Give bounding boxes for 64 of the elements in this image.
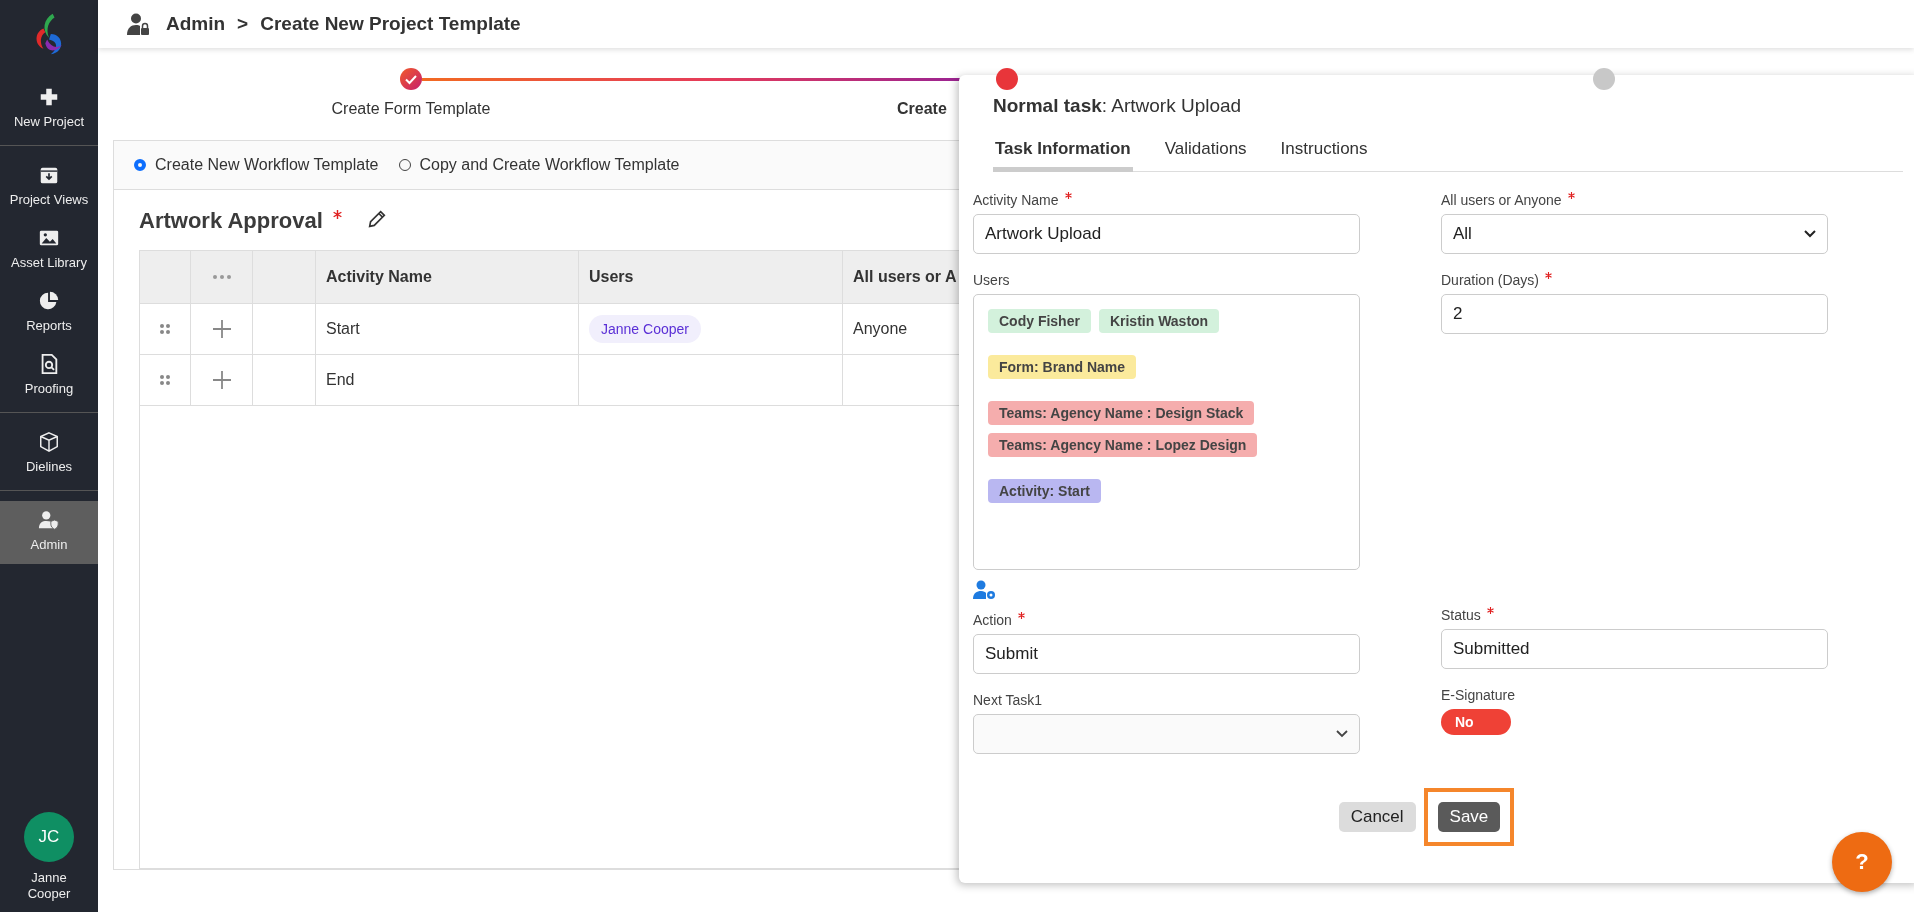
column-header: Users	[579, 251, 843, 303]
sidebar-item[interactable]: New Project	[0, 78, 98, 141]
sidebar-item[interactable]: Project Views	[0, 156, 98, 219]
user-avatar[interactable]: JC	[24, 811, 74, 862]
column-header: All users or A	[852, 267, 958, 287]
field-label: All users or Anyone	[1441, 192, 1562, 208]
step-label: Create Form Template	[331, 100, 491, 118]
breadcrumb-separator: >	[237, 13, 249, 35]
field-label: Status	[1441, 607, 1481, 623]
tab[interactable]: Validations	[1162, 137, 1249, 172]
chevron-down-icon	[1804, 230, 1816, 238]
radio-option[interactable]: Create New Workflow Template	[134, 156, 379, 174]
user-tag: Teams: Agency Name : Lopez Design	[988, 433, 1258, 457]
plus-icon	[38, 86, 60, 108]
panel-title: Normal task: Artwork Upload	[992, 95, 1243, 117]
tab[interactable]: Instructions	[1278, 137, 1370, 172]
sidebar-item[interactable]: Dielines	[0, 423, 98, 486]
pie-chart-icon	[38, 290, 60, 312]
users-field[interactable]: Cody Fisher Kristin Waston Form: Brand Name Teams: Agency Name : Design Stack Teams: Agency Name : Lopez Design Activity: Start	[973, 294, 1360, 570]
table-cell: Start	[326, 320, 360, 338]
breadcrumb-item[interactable]: Admin	[166, 13, 226, 35]
user-tag: Activity: Start	[988, 479, 1102, 503]
user-shield-icon	[38, 509, 60, 531]
field-label: E-Signature	[1441, 687, 1515, 703]
sidebar-item[interactable]: Asset Library	[0, 219, 98, 282]
save-button[interactable]: Save	[1437, 802, 1501, 832]
workflow-title: Artwork Approval	[139, 208, 323, 234]
status-field[interactable]: Submitted	[1441, 629, 1828, 669]
tab[interactable]: Task Information	[993, 137, 1133, 172]
field-label: Duration (Days)	[1441, 272, 1540, 288]
activity-name-field[interactable]: Artwork Upload	[973, 214, 1360, 254]
action-field[interactable]: Submit	[973, 634, 1360, 674]
more-icon[interactable]	[211, 274, 232, 280]
drag-handle-icon[interactable]	[159, 374, 171, 386]
step-label: Create	[897, 100, 947, 118]
e-signature-toggle[interactable]: No	[1441, 709, 1511, 735]
table-cell: End	[326, 371, 355, 389]
box-icon	[38, 431, 60, 453]
user-tag: Teams: Agency Name : Design Stack	[988, 401, 1255, 425]
field-label: Action	[973, 612, 1012, 628]
user-tag: Form: Brand Name	[988, 355, 1137, 379]
user-tag: Cody Fisher	[988, 309, 1091, 333]
drag-handle-icon[interactable]	[159, 323, 171, 335]
user-settings-icon[interactable]	[973, 580, 997, 600]
column-header: Activity Name	[316, 251, 579, 303]
duration-field[interactable]: 2	[1441, 294, 1828, 334]
sidebar-item[interactable]: Admin	[0, 501, 98, 564]
table-cell: Anyone	[853, 320, 908, 338]
sidebar-item[interactable]: Proofing	[0, 345, 98, 408]
field-label: Next Task1	[973, 692, 1042, 708]
field-label: Users	[973, 272, 1010, 288]
cancel-button[interactable]: Cancel	[1338, 802, 1416, 832]
user-tag: Kristin Waston	[1098, 309, 1220, 333]
user-name: Janne Cooper	[26, 869, 72, 902]
add-icon[interactable]	[211, 319, 232, 339]
chevron-down-icon	[1336, 730, 1348, 738]
breadcrumb-item: Create New Project Template	[260, 13, 521, 35]
user-lock-icon	[126, 12, 150, 36]
add-icon[interactable]	[211, 370, 232, 390]
user-chip: Janne Cooper	[589, 315, 701, 343]
field-label: Activity Name	[973, 192, 1059, 208]
sidebar-item[interactable]: Reports	[0, 282, 98, 345]
all-users-select[interactable]: All	[1441, 214, 1828, 254]
radio-option[interactable]: Copy and Create Workflow Template	[398, 156, 680, 174]
